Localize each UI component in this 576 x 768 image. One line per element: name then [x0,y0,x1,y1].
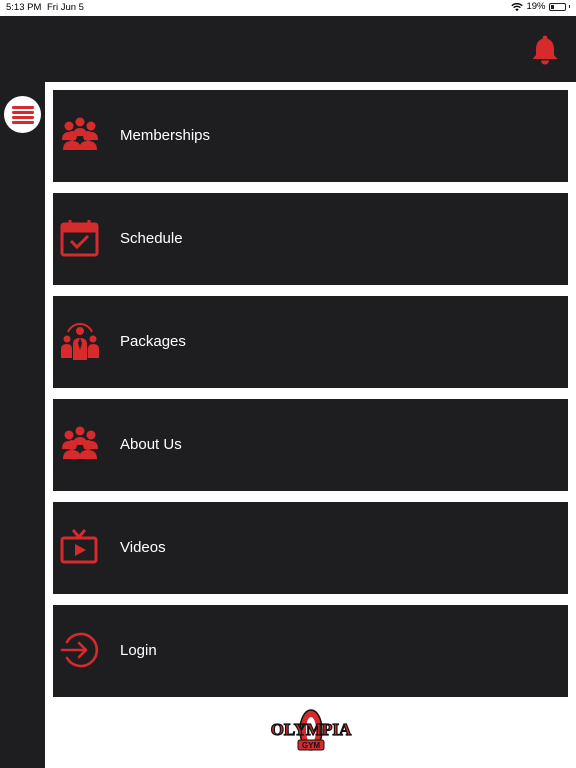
hamburger-menu-button[interactable] [4,96,41,133]
sidebar [0,82,45,768]
menu-card-packages[interactable]: Packages [53,296,568,388]
logo-subtext: GYM [302,741,321,750]
calendar-check-icon [60,220,99,257]
team-leader-icon [61,323,99,360]
menu-card-login[interactable]: Login [53,605,568,697]
olympia-gym-logo: OLYMPIA GYM [270,709,353,751]
status-time: 5:13 PM [6,2,42,13]
menu-card-label: Packages [120,333,186,350]
battery-icon [548,2,566,11]
menu-card-memberships[interactable]: Memberships [53,90,568,182]
logo-wordmark: OLYMPIA [271,720,352,739]
group-icon [62,117,98,150]
battery-tip [568,5,570,8]
menu-card-label: About Us [120,436,182,453]
main-content: Memberships Schedule Packages About Us V… [45,82,576,768]
status-date: Fri Jun 5 [47,2,84,13]
menu-card-label: Schedule [120,230,183,247]
menu-card-label: Memberships [120,127,211,144]
hamburger-icon [11,105,34,124]
tv-play-icon [60,529,98,564]
login-arrow-icon [60,632,99,668]
top-bar [0,16,576,82]
menu-card-about-us[interactable]: About Us [53,399,568,491]
menu-card-label: Videos [120,539,166,556]
status-bar: 5:13 PM Fri Jun 5 19% [0,0,576,16]
notification-bell-icon[interactable] [531,35,559,65]
menu-card-videos[interactable]: Videos [53,502,568,594]
status-right: 19% [511,1,570,12]
wifi-icon [511,2,524,11]
menu-card-label: Login [120,642,157,659]
menu-card-schedule[interactable]: Schedule [53,193,568,285]
battery-percent: 19% [526,1,546,12]
group-icon [62,426,98,459]
